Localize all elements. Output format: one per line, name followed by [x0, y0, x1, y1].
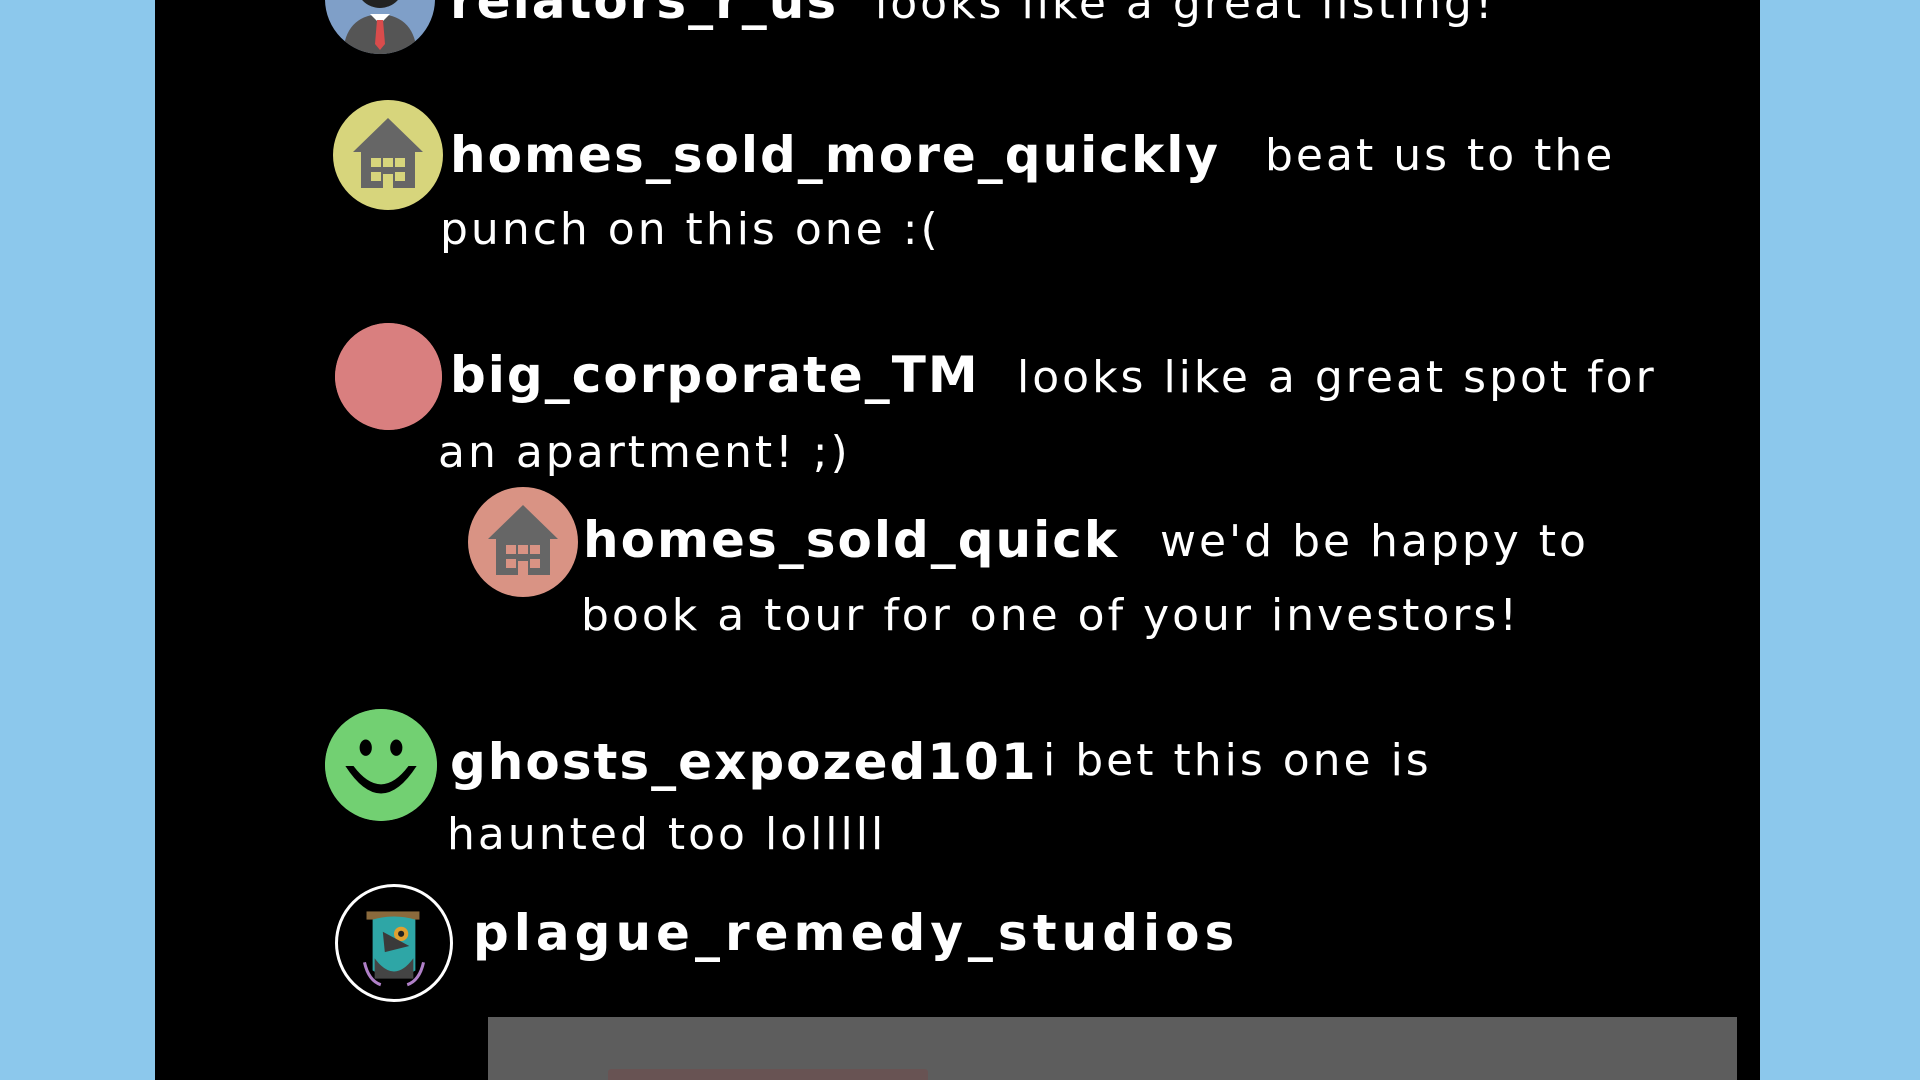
post-image-content — [608, 1069, 928, 1080]
reply-text: we'd be happy to — [1160, 516, 1589, 567]
comment-feed-panel: relators_r_us looks like a great listing… — [155, 0, 1760, 1080]
comment-username[interactable]: big_corporate_TM — [450, 346, 980, 404]
comment-text-continued: an apartment! ;) — [438, 427, 851, 478]
comment-username[interactable]: ghosts_expozed101 — [450, 733, 1038, 791]
plain-circle-avatar — [335, 323, 442, 430]
comment-text-continued: punch on this one :( — [440, 204, 941, 255]
commenter-avatar[interactable] — [325, 0, 435, 54]
businessman-icon — [343, 0, 417, 54]
post-image[interactable] — [488, 1017, 1737, 1080]
post-username[interactable]: plague_remedy_studios — [473, 904, 1239, 962]
reply-text-continued: book a tour for one of your investors! — [581, 590, 1520, 641]
comment-text: i bet this one is — [1043, 735, 1432, 786]
comment-username[interactable]: homes_sold_more_quickly — [450, 126, 1220, 184]
smiley-face-icon — [325, 709, 437, 821]
post-author-avatar[interactable] — [335, 884, 453, 1002]
house-icon — [353, 118, 423, 188]
commenter-avatar[interactable] — [325, 709, 437, 821]
plague-doctor-icon — [362, 911, 426, 987]
comment-text: beat us to the — [1265, 130, 1616, 181]
reply-avatar[interactable] — [468, 487, 578, 597]
comment-username[interactable]: relators_r_us — [450, 0, 838, 30]
comment-text: looks like a great spot for — [1017, 352, 1657, 403]
commenter-avatar[interactable] — [333, 100, 443, 210]
comment-text-continued: haunted too lolllll — [447, 809, 887, 860]
comment-text: looks like a great listing! — [875, 0, 1496, 29]
house-icon — [488, 505, 558, 575]
commenter-avatar[interactable] — [335, 323, 442, 430]
reply-username[interactable]: homes_sold_quick — [583, 511, 1119, 569]
